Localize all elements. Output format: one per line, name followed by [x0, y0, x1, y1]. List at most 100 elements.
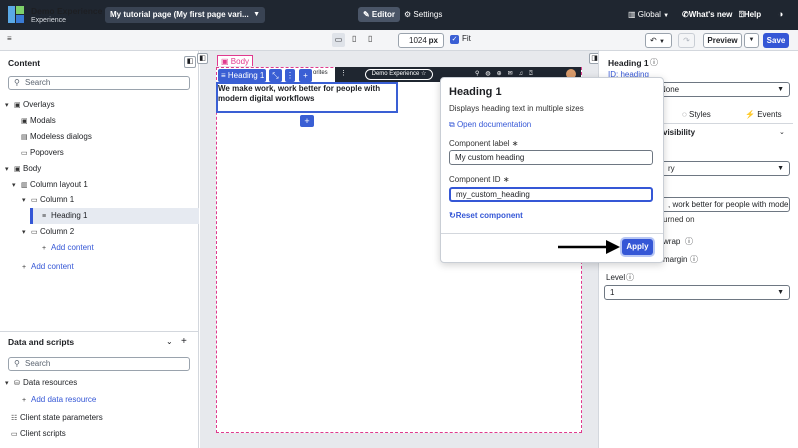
plus-icon: + — [22, 264, 27, 271]
canvas-width-input[interactable]: 1024 px — [398, 33, 444, 48]
turned-on-text: urned on — [663, 215, 695, 224]
page-selector-label: My tutorial page (My first page vari... — [110, 10, 249, 19]
preview-dropdown[interactable]: ▼ — [744, 33, 759, 48]
info-icon[interactable]: ⓘ — [626, 272, 634, 283]
megaphone-icon: ✆ — [682, 10, 689, 19]
chevron-down-icon[interactable]: ⌄ — [779, 128, 785, 136]
collapse-panel-icon[interactable]: ◧ — [184, 56, 196, 68]
tree-item-client-scripts[interactable]: ▭ Client scripts — [11, 429, 66, 440]
global-button[interactable]: ▥ Global ▼ — [628, 7, 669, 24]
reset-icon: ↻ — [449, 211, 456, 220]
tree-item-data-resources[interactable]: ▾ ⛁ Data resources — [5, 378, 77, 389]
undo-icon: ↶ — [650, 36, 657, 45]
tree-label: Client scripts — [20, 429, 66, 438]
tree-label: Popovers — [30, 148, 64, 157]
heading-component-text[interactable]: We make work, work better for people wit… — [218, 84, 396, 104]
add-data-icon[interactable]: + — [181, 336, 187, 347]
info-icon[interactable]: ⓘ — [685, 236, 693, 247]
doc-link-label: Open documentation — [456, 120, 532, 129]
building-icon: ▥ — [628, 10, 636, 19]
search-icon: ⚲ — [14, 359, 20, 368]
component-label-input[interactable]: My custom heading — [449, 150, 653, 165]
caret-down-icon: ▾ — [12, 182, 16, 189]
tree-item-column-1[interactable]: ▾ ▭ Column 1 — [22, 195, 74, 206]
tree-label: Body — [23, 164, 42, 173]
wrap-toggle-label: wrap — [663, 237, 681, 246]
caret-down-icon: ▾ — [5, 380, 9, 387]
reset-component-button[interactable]: ↻Reset component — [449, 211, 523, 220]
info-icon[interactable]: ⓘ — [650, 57, 658, 68]
tab-styles[interactable]: ◌ Styles — [682, 110, 711, 119]
toggle-left-panel-icon[interactable]: ◧ — [197, 53, 208, 64]
add-content-column-2[interactable]: + Add content — [42, 243, 94, 254]
add-content-label: Add content — [31, 262, 74, 271]
open-documentation-link[interactable]: ⧉ Open documentation — [449, 120, 531, 130]
tree-label: Client state parameters — [20, 413, 103, 422]
content-panel-title: Content — [8, 58, 41, 68]
visibility-section[interactable]: visibility — [663, 128, 695, 137]
data-panel-title: Data and scripts — [8, 337, 75, 347]
data-search-input[interactable]: ⚲ Search — [8, 357, 190, 371]
preview-button[interactable]: Preview — [703, 33, 742, 48]
settings-button[interactable]: ⚙ Settings — [404, 7, 442, 22]
add-content-body[interactable]: + Add content — [22, 262, 74, 273]
info-icon[interactable]: ⓘ — [690, 254, 698, 265]
editor-button[interactable]: ✎ Editor — [358, 7, 400, 22]
level-dropdown[interactable]: 1 ▼ — [604, 285, 790, 300]
desktop-view-icon[interactable]: ▭ — [332, 33, 345, 47]
undo-button[interactable]: ↶ ▼ — [645, 33, 672, 48]
level-label: Level — [606, 273, 626, 282]
popover-footer-divider — [441, 233, 663, 234]
tablet-view-icon[interactable]: ▯ — [352, 34, 356, 43]
tree-item-modeless-dialogs[interactable]: ▤ Modeless dialogs — [21, 132, 92, 143]
component-id-input[interactable]: my_custom_heading — [449, 187, 653, 202]
tree-item-column-layout-1[interactable]: ▾ ▥ Column layout 1 — [12, 180, 88, 191]
mobile-view-icon[interactable]: ▯ — [368, 34, 372, 43]
app-logo — [8, 6, 24, 23]
add-data-resource[interactable]: + Add data resource — [22, 395, 96, 406]
tree-item-overlays[interactable]: ▾ ▣ Overlays — [5, 100, 55, 111]
component-tag[interactable]: ≡ Heading 1 — [218, 69, 266, 82]
apply-button[interactable]: Apply — [622, 239, 653, 255]
app-subtitle: Experience — [31, 17, 67, 24]
theme-toggle-icon[interactable]: ◑ — [778, 7, 783, 22]
caret-down-icon: ▾ — [22, 229, 26, 236]
external-link-icon: ⧉ — [449, 120, 455, 129]
redo-icon: ↷ — [683, 36, 690, 45]
fit-checkbox[interactable]: ✓ — [450, 35, 459, 44]
content-search-input[interactable]: ⚲ Search — [8, 76, 190, 90]
canvas-column-2 — [400, 83, 440, 117]
body-tag[interactable]: ▣ Body — [217, 55, 254, 66]
tree-item-popovers[interactable]: ▭ Popovers — [21, 148, 64, 159]
column-icon: ▭ — [31, 229, 38, 236]
tab-events[interactable]: ⚡ Events — [745, 110, 782, 119]
chevron-down-icon[interactable]: ⌄ — [166, 337, 173, 346]
tree-label: Column 1 — [40, 195, 75, 204]
label-text: Component ID — [449, 175, 501, 184]
menu-icon[interactable]: ≡ — [7, 34, 12, 43]
add-data-label: Add data resource — [31, 395, 97, 404]
move-icon[interactable]: ⤡ — [269, 69, 282, 82]
popover-description: Displays heading text in multiple sizes — [449, 104, 584, 113]
more-icon[interactable]: ⋮ — [285, 69, 295, 82]
whats-new-button[interactable]: ✆What's new — [682, 7, 732, 22]
events-icon: ⚡ — [745, 110, 755, 119]
add-component-button[interactable]: + — [300, 115, 314, 127]
tree-item-column-2[interactable]: ▾ ▭ Column 2 — [22, 227, 74, 238]
chevron-down-icon: ▼ — [748, 37, 755, 43]
tree-label: Modeless dialogs — [30, 132, 92, 141]
width-value: 1024 — [409, 36, 427, 45]
whats-new-label: What's new — [688, 10, 733, 19]
tree-item-modals[interactable]: ▣ Modals — [21, 116, 56, 127]
tabs-divider — [663, 123, 793, 124]
tree-item-body[interactable]: ▾ ▣ Body — [5, 164, 41, 175]
tree-item-client-state[interactable]: ☷ Client state parameters — [11, 413, 103, 424]
help-button[interactable]: ⍰Help — [739, 7, 761, 22]
redo-button[interactable]: ↷ — [678, 33, 695, 48]
required-icon: ∗ — [502, 175, 510, 184]
overlay-icon: ▣ — [14, 102, 21, 109]
page-selector[interactable]: My tutorial page (My first page vari... … — [105, 7, 265, 23]
add-icon[interactable]: + — [299, 69, 312, 82]
save-button[interactable]: Save — [763, 33, 789, 48]
tree-item-heading-1[interactable]: ≡ Heading 1 — [42, 211, 87, 222]
